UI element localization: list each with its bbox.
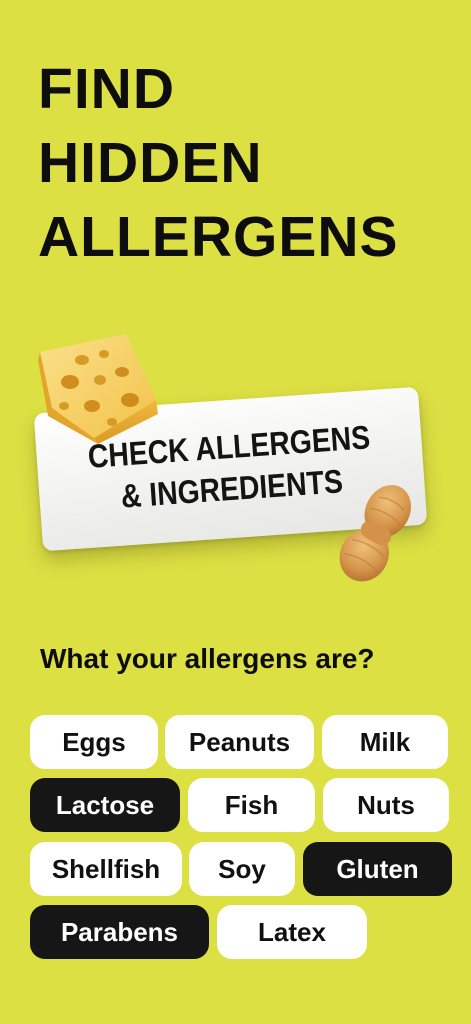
allergen-chip-shellfish[interactable]: Shellfish <box>30 842 182 896</box>
headline: FIND HIDDEN ALLERGENS <box>38 52 399 274</box>
headline-line-1: FIND <box>38 57 175 121</box>
allergen-chip-eggs[interactable]: Eggs <box>30 715 158 769</box>
allergen-chip-milk[interactable]: Milk <box>322 715 448 769</box>
cheese-icon <box>38 334 158 444</box>
headline-line-2: HIDDEN <box>38 131 263 195</box>
allergen-chip-peanuts[interactable]: Peanuts <box>165 715 314 769</box>
peanut-icon <box>339 484 411 582</box>
allergen-chip-parabens[interactable]: Parabens <box>30 905 209 959</box>
allergen-chip-soy[interactable]: Soy <box>189 842 295 896</box>
allergens-question: What your allergens are? <box>40 643 375 674</box>
allergen-chip-latex[interactable]: Latex <box>217 905 367 959</box>
allergen-chip-nuts[interactable]: Nuts <box>323 778 449 832</box>
allergen-chip-fish[interactable]: Fish <box>188 778 315 832</box>
hero-illustration: CHECK ALLERGENS & INGREDIENTS <box>0 330 471 590</box>
headline-line-3: ALLERGENS <box>38 205 399 269</box>
allergen-chip-lactose[interactable]: Lactose <box>30 778 180 832</box>
allergen-chip-gluten[interactable]: Gluten <box>303 842 452 896</box>
